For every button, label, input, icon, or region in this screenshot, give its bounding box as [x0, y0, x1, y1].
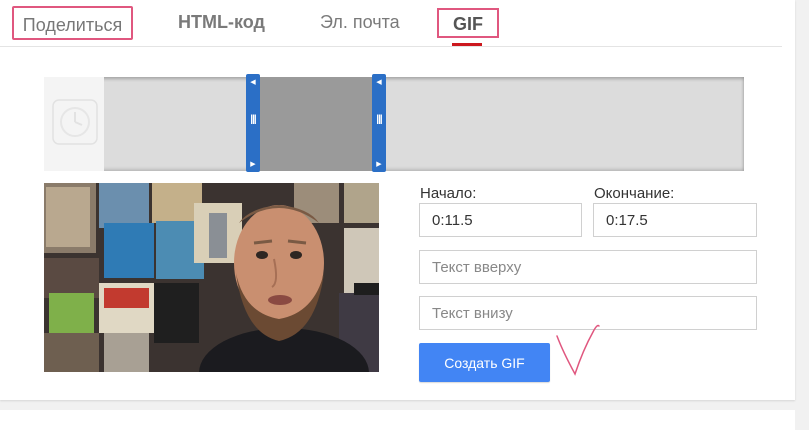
video-frame	[44, 183, 379, 372]
top-text-input[interactable]	[419, 250, 757, 284]
grip-icon: |||	[250, 114, 256, 125]
chevron-right-icon: ▶	[250, 161, 256, 168]
start-time-label: Начало:	[420, 185, 477, 202]
gif-preview-image	[44, 183, 379, 372]
share-panel: Поделиться HTML-код Эл. почта GIF ◀ ||| …	[0, 0, 795, 400]
share-tabs: Поделиться HTML-код Эл. почта GIF	[0, 0, 782, 47]
tab-email[interactable]: Эл. почта	[320, 0, 400, 44]
range-start-handle[interactable]: ◀ ||| ▶	[246, 74, 260, 172]
clock-icon	[52, 99, 98, 145]
chevron-left-icon: ◀	[376, 79, 382, 86]
chevron-right-icon: ▶	[376, 161, 382, 168]
end-time-label: Окончание:	[594, 185, 675, 202]
range-end-handle[interactable]: ◀ ||| ▶	[372, 74, 386, 172]
create-gif-button[interactable]: Создать GIF	[419, 343, 550, 382]
timeline-thumbnail	[44, 77, 104, 171]
tab-share[interactable]: Поделиться	[12, 6, 133, 40]
active-tab-indicator	[452, 43, 482, 46]
checkmark-annotation-icon	[556, 324, 600, 376]
next-section	[0, 410, 795, 430]
tab-html-code[interactable]: HTML-код	[178, 0, 265, 44]
selected-range[interactable]	[260, 77, 374, 171]
end-time-input[interactable]	[593, 203, 757, 237]
gif-timeline[interactable]: ◀ ||| ▶ ◀ ||| ▶	[44, 74, 744, 172]
grip-icon: |||	[376, 114, 382, 125]
chevron-left-icon: ◀	[250, 79, 256, 86]
start-time-input[interactable]	[419, 203, 582, 237]
tab-gif[interactable]: GIF	[437, 8, 499, 38]
